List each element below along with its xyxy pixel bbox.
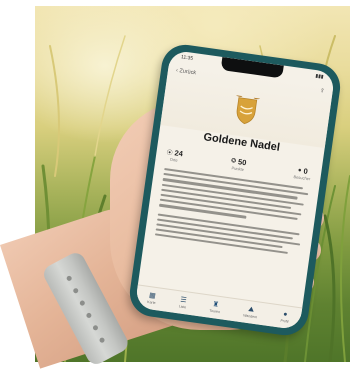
- tab-label: Profil: [280, 318, 289, 324]
- status-time: 11:35: [180, 54, 194, 62]
- tab-list[interactable]: ☰ Liste: [179, 296, 188, 309]
- stat-locations: ⦿ 24 Orte: [165, 147, 183, 163]
- tab-tours[interactable]: ♜ Touren: [209, 301, 221, 314]
- phone: 11:35 ▮▮▮ ‹ Zurück ⇪ Goldene Nadel ⦿ 24 O…: [126, 41, 344, 339]
- tab-label: Karte: [147, 299, 156, 306]
- stat-label: Punkte: [231, 165, 245, 173]
- shield-logo-icon: [232, 95, 260, 125]
- back-label: Zurück: [178, 68, 197, 77]
- stat-label: Besucher: [293, 174, 311, 182]
- stat-visitors: ● 0 Besucher: [293, 165, 312, 181]
- person-icon: ●: [297, 167, 303, 174]
- stat-points: ✪ 50 Punkte: [230, 156, 247, 172]
- tab-label: Liste: [178, 304, 187, 310]
- battery-icon: ▮▮▮: [314, 73, 324, 81]
- share-icon[interactable]: ⇪: [320, 88, 325, 95]
- star-badge-icon: ✪: [230, 158, 237, 165]
- tab-label: Wandern: [243, 313, 258, 320]
- back-button[interactable]: ‹ Zurück: [176, 68, 197, 77]
- tab-hiking[interactable]: ⛰ Wandern: [243, 305, 259, 319]
- tab-label: Touren: [209, 308, 221, 315]
- app-screen: 11:35 ▮▮▮ ‹ Zurück ⇪ Goldene Nadel ⦿ 24 O…: [134, 49, 336, 331]
- location-pin-icon: ⦿: [166, 150, 173, 157]
- tab-map[interactable]: ▦ Karte: [147, 292, 157, 305]
- tab-profile[interactable]: ● Profil: [280, 311, 290, 324]
- description-text: [154, 167, 309, 259]
- stat-label: Orte: [169, 156, 178, 163]
